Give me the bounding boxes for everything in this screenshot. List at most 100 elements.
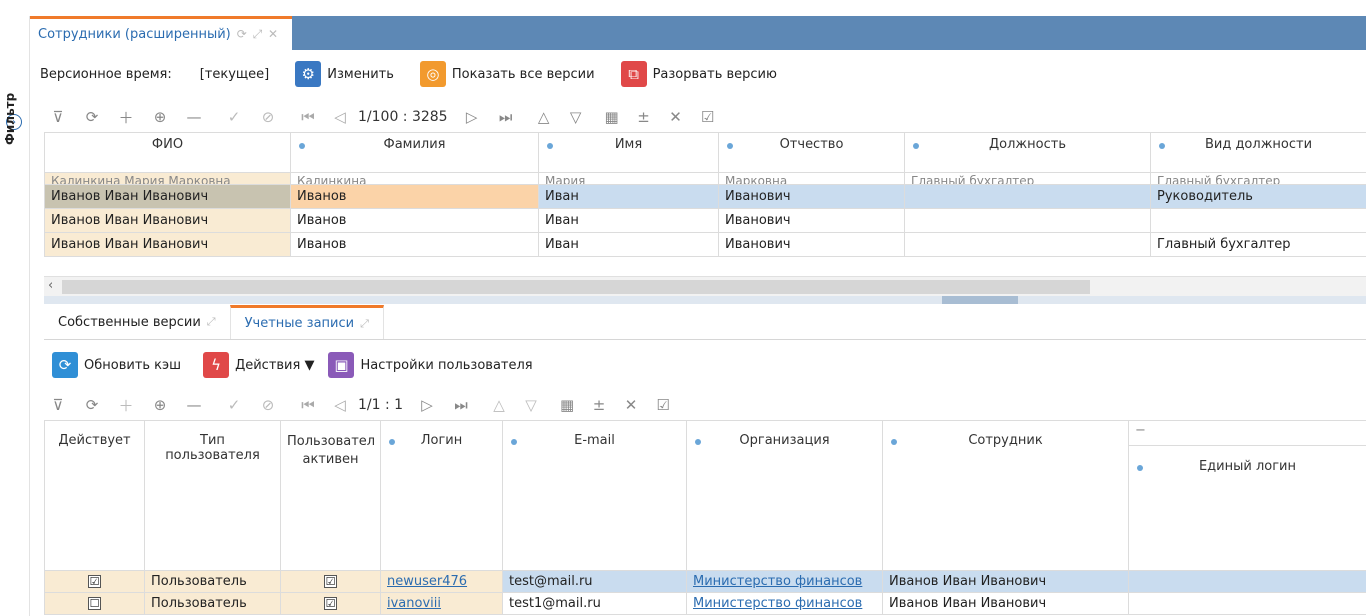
version-time-label: Версионное время: [40, 66, 172, 82]
copy-icon[interactable]: ⊕ [146, 396, 174, 414]
col-login[interactable]: Логин [380, 420, 503, 571]
col-fio[interactable]: ФИО [44, 132, 291, 173]
login-link[interactable]: ivanoviii [387, 596, 441, 611]
col-name[interactable]: Имя [538, 132, 719, 173]
first-page-icon[interactable]: ⏮ [294, 396, 322, 414]
top-toolbar: ⊽ ⟳ ＋ ⊕ — ✓ ⊘ ⏮ ◁ 1/100 : 3285 ▷ ⏭ △ ▽ ▦… [44, 104, 722, 130]
actions-button[interactable]: ϟ Действия ▼ [203, 352, 314, 378]
col-patronymic[interactable]: Отчество [718, 132, 905, 173]
col-organization[interactable]: Организация [686, 420, 883, 571]
first-page-icon[interactable]: ⏮ [294, 108, 322, 126]
next-page-icon[interactable]: ▷ [413, 396, 441, 414]
bottom-toolbar: ⊽ ⟳ ＋ ⊕ — ✓ ⊘ ⏮ ◁ 1/1 : 1 ▷ ⏭ △ ▽ ▦ ± ✕ … [44, 392, 677, 418]
grid-icon[interactable]: ▦ [598, 108, 626, 126]
col-employee[interactable]: Сотрудник [882, 420, 1129, 571]
tab-accounts[interactable]: Учетные записи ⤢ [229, 305, 384, 339]
collapse-icon[interactable]: − [1135, 423, 1146, 438]
refresh-icon[interactable]: ⟳ [78, 108, 106, 126]
filter-icon[interactable]: ⊽ [44, 108, 72, 126]
tab-title: Сотрудники (расширенный) [38, 27, 231, 42]
user-settings-button[interactable]: ▣ Настройки пользователя [328, 352, 533, 378]
expand-icon[interactable]: ⤢ [207, 315, 216, 329]
add-icon[interactable]: ＋ [112, 107, 140, 128]
group-icon[interactable]: ± [585, 396, 613, 414]
sort-down-icon[interactable]: ▽ [517, 396, 545, 414]
cancel-icon[interactable]: ⊘ [254, 108, 282, 126]
col-user-type[interactable]: Тип пользователя [144, 420, 281, 571]
refresh-icon[interactable]: ⟳ [78, 396, 106, 414]
cancel-icon[interactable]: ⊘ [254, 396, 282, 414]
group-icon[interactable]: ± [630, 108, 658, 126]
col-single-login[interactable]: − Единый логин [1128, 420, 1366, 571]
tab-own-versions[interactable]: Собственные версии ⤢ [44, 305, 230, 339]
panel-splitter[interactable] [44, 296, 1366, 304]
table-row[interactable]: ☐ Пользователь ☑ ivanoviii test1@mail.ru… [44, 592, 1366, 615]
splitter-grip[interactable] [942, 296, 1018, 304]
edit-button[interactable]: ⚙ Изменить [295, 61, 394, 87]
clear-icon[interactable]: ✕ [617, 396, 645, 414]
col-active[interactable]: Действует [44, 420, 145, 571]
active-checkbox[interactable]: ☐ [88, 597, 101, 610]
prev-page-icon[interactable]: ◁ [326, 396, 354, 414]
add-icon[interactable]: ＋ [112, 395, 140, 416]
sort-up-icon[interactable]: △ [485, 396, 513, 414]
refresh-icon: ⟳ [52, 352, 78, 378]
column-marker-icon [299, 143, 305, 149]
scroll-left-icon[interactable]: ‹ [48, 278, 53, 293]
delete-icon[interactable]: — [180, 108, 208, 126]
horizontal-scrollbar[interactable]: ‹ [44, 276, 1366, 296]
next-page-icon[interactable]: ▷ [458, 108, 486, 126]
user-active-checkbox[interactable]: ☑ [324, 575, 337, 588]
scroll-thumb[interactable] [62, 280, 1090, 294]
last-page-icon[interactable]: ⏭ [492, 108, 520, 126]
confirm-icon[interactable]: ✓ [220, 396, 248, 414]
organization-link[interactable]: Министерство финансов [693, 574, 862, 589]
table-row-partial[interactable]: Калинкина Мария Марковна Калинкина Мария… [44, 172, 1366, 185]
active-checkbox[interactable]: ☑ [88, 575, 101, 588]
expand-icon[interactable]: ⤢ [360, 317, 369, 331]
detail-tabs: Собственные версии ⤢ Учетные записи ⤢ [44, 305, 1366, 340]
table-row[interactable]: Иванов Иван Иванович Иванов Иван Иванови… [44, 208, 1366, 233]
delete-icon[interactable]: — [180, 396, 208, 414]
column-marker-icon [913, 143, 919, 149]
column-marker-icon [727, 143, 733, 149]
confirm-icon[interactable]: ✓ [220, 108, 248, 126]
version-bar: Версионное время: [текущее] ⚙ Изменить ◎… [40, 58, 777, 90]
table-row-selected[interactable]: ☑ Пользователь ☑ newuser476 test@mail.ru… [44, 570, 1366, 593]
table-row[interactable]: Иванов Иван Иванович Иванов Иван Иванови… [44, 232, 1366, 257]
break-version-button[interactable]: ⧉ Разорвать версию [620, 61, 777, 87]
col-surname[interactable]: Фамилия [290, 132, 539, 173]
sort-up-icon[interactable]: △ [530, 108, 558, 126]
grid-icon[interactable]: ▦ [553, 396, 581, 414]
bottom-pager: 1/1 : 1 [358, 397, 404, 413]
accounts-actions: ⟳ Обновить кэш ϟ Действия ▼ ▣ Настройки … [52, 350, 533, 380]
select-icon[interactable]: ☑ [649, 396, 677, 414]
refresh-cache-button[interactable]: ⟳ Обновить кэш [52, 352, 181, 378]
tab-controls-icon[interactable]: ⟳ ⤢ ✕ [237, 27, 279, 42]
clear-icon[interactable]: ✕ [662, 108, 690, 126]
filter-icon[interactable]: ⊽ [44, 396, 72, 414]
column-marker-icon [511, 439, 517, 445]
col-position[interactable]: Должность [904, 132, 1151, 173]
user-active-checkbox[interactable]: ☑ [324, 597, 337, 610]
prev-page-icon[interactable]: ◁ [326, 108, 354, 126]
versions-icon: ◎ [419, 61, 446, 87]
tab-employees-extended[interactable]: Сотрудники (расширенный) ⟳ ⤢ ✕ [30, 16, 292, 50]
sort-down-icon[interactable]: ▽ [562, 108, 590, 126]
show-all-label: Показать все версии [451, 66, 595, 82]
employees-grid: ФИО Фамилия Имя Отчество Должность Вид д… [44, 132, 1366, 257]
column-marker-icon [1159, 143, 1165, 149]
table-row-selected[interactable]: Иванов Иван Иванович Иванов Иван Иванови… [44, 184, 1366, 209]
show-all-versions-button[interactable]: ◎ Показать все версии [419, 61, 595, 87]
col-email[interactable]: E-mail [502, 420, 687, 571]
column-marker-icon [695, 439, 701, 445]
last-page-icon[interactable]: ⏭ [447, 396, 475, 414]
col-position-type[interactable]: Вид должности [1150, 132, 1366, 173]
col-user-active[interactable]: Пользовател активен [280, 420, 381, 571]
filter-label[interactable]: Фильтр [3, 85, 17, 145]
organization-link[interactable]: Министерство финансов [693, 596, 862, 611]
select-icon[interactable]: ☑ [694, 108, 722, 126]
copy-icon[interactable]: ⊕ [146, 108, 174, 126]
gear-icon: ⚙ [295, 61, 322, 87]
login-link[interactable]: newuser476 [387, 574, 467, 589]
